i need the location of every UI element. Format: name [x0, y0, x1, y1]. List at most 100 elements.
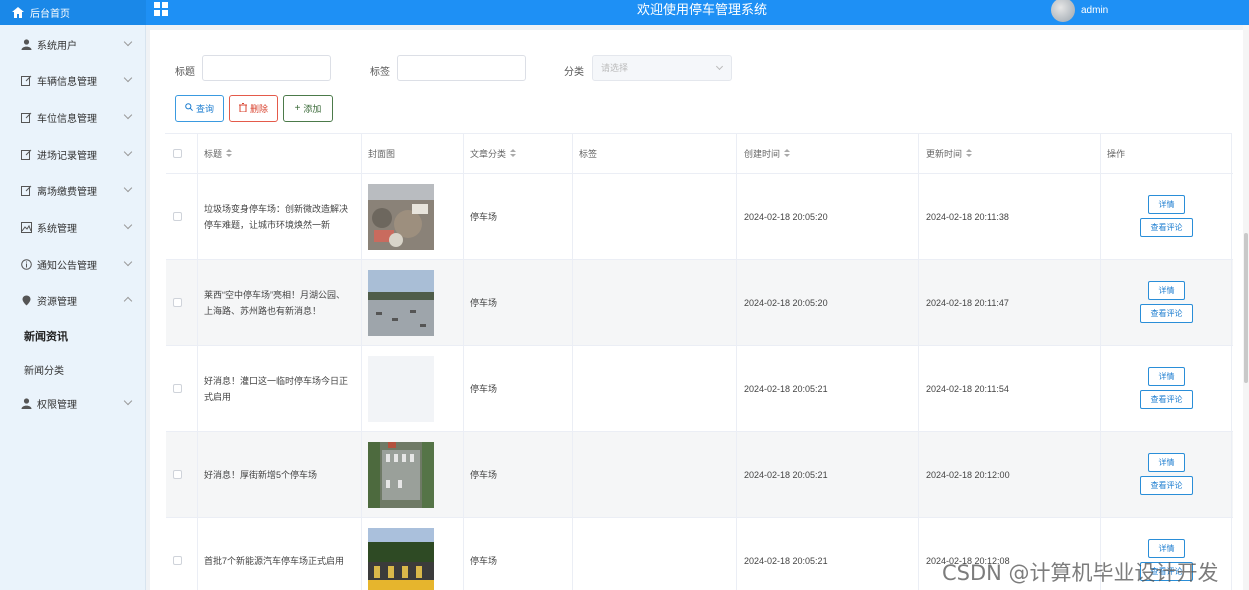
query-label: 查询	[195, 104, 214, 114]
sidebar-sub-news-category[interactable]: 新闻分类	[0, 354, 146, 384]
select-all-checkbox[interactable]	[173, 149, 182, 158]
row-updated: 2024-02-18 20:11:47	[926, 297, 1009, 308]
created-cell: 2024-02-18 20:05:21	[737, 518, 919, 590]
sidebar-item-notice[interactable]: 通知公告管理	[0, 246, 146, 282]
tags-cell	[573, 346, 737, 431]
delete-button[interactable]: 删除	[229, 95, 278, 122]
tags-cell	[573, 260, 737, 345]
detail-button[interactable]: 详情	[1148, 453, 1185, 472]
sidebar-sub-label: 新闻分类	[24, 365, 64, 377]
table-header: 标题 封面图 文章分类 标签 创建时间 更新时间 操作	[166, 134, 1233, 174]
view-comments-button[interactable]: 查看评论	[1140, 390, 1193, 409]
sidebar-item-vehicle[interactable]: 车辆信息管理	[0, 62, 146, 98]
category-select[interactable]: 请选择	[592, 55, 732, 81]
row-checkbox[interactable]	[173, 384, 182, 393]
created-cell: 2024-02-18 20:05:20	[737, 260, 919, 345]
edit-icon	[21, 185, 32, 196]
row-checkbox[interactable]	[173, 212, 182, 221]
picture-icon	[21, 221, 32, 233]
header-actions: 操作	[1101, 134, 1232, 173]
row-updated: 2024-02-18 20:11:38	[926, 211, 1009, 222]
chevron-down-icon	[123, 73, 133, 83]
edit-icon	[21, 75, 32, 86]
sidebar-item-exit-payment[interactable]: 离场缴费管理	[0, 172, 146, 208]
chevron-down-icon	[715, 62, 724, 71]
sort-icon[interactable]	[966, 149, 973, 158]
detail-button[interactable]: 详情	[1148, 367, 1185, 386]
sidebar-item-system-users[interactable]: 系统用户	[0, 26, 146, 62]
category-cell: 停车场	[464, 260, 573, 345]
row-checkbox[interactable]	[173, 556, 182, 565]
grid-menu-icon[interactable]	[154, 2, 168, 16]
row-checkbox[interactable]	[173, 470, 182, 479]
header-category[interactable]: 文章分类	[464, 134, 573, 173]
sidebar-item-label: 权限管理	[37, 399, 77, 411]
detail-button[interactable]: 详情	[1148, 195, 1185, 214]
row-select-cell	[166, 346, 198, 431]
add-button[interactable]: + 添加	[283, 95, 333, 122]
tags-cell	[573, 432, 737, 517]
header-tags: 标签	[573, 134, 737, 173]
delete-label: 删除	[249, 104, 268, 114]
sort-icon[interactable]	[510, 149, 517, 158]
sort-icon[interactable]	[226, 149, 233, 158]
view-comments-button[interactable]: 查看评论	[1140, 218, 1193, 237]
chevron-down-icon	[123, 110, 133, 120]
cover-image[interactable]	[368, 269, 434, 336]
sidebar-item-label: 进场记录管理	[37, 150, 97, 162]
row-select-cell	[166, 432, 198, 517]
sidebar-item-permissions[interactable]: 权限管理	[0, 385, 146, 421]
page-scrollbar[interactable]	[1243, 25, 1249, 590]
title-cell: 莱西“空中停车场”亮相！月湖公园、上海路、苏州路也有新消息！	[198, 260, 362, 345]
tag-filter-input[interactable]	[397, 55, 526, 81]
header-category-text: 文章分类	[470, 149, 507, 159]
main-panel: 标题 标签 分类 请选择 查询 删除 + 添加 标题 封面图 文章分类 标签 创…	[150, 30, 1245, 590]
detail-button[interactable]: 详情	[1148, 281, 1185, 300]
user-icon	[21, 38, 32, 50]
header-updated[interactable]: 更新时间	[919, 134, 1101, 173]
tags-cell	[573, 174, 737, 259]
sidebar-item-system[interactable]: 系统管理	[0, 209, 146, 245]
sort-icon[interactable]	[784, 149, 791, 158]
cover-cell	[362, 260, 464, 345]
sidebar-item-entry-records[interactable]: 进场记录管理	[0, 136, 146, 172]
created-cell: 2024-02-18 20:05:21	[737, 346, 919, 431]
view-comments-label: 查看评论	[1150, 395, 1183, 404]
cover-image-placeholder[interactable]	[368, 355, 434, 422]
sidebar-item-resources[interactable]: 资源管理	[0, 282, 146, 318]
title-filter-input[interactable]	[202, 55, 331, 81]
created-cell: 2024-02-18 20:05:20	[737, 174, 919, 259]
query-button[interactable]: 查询	[175, 95, 224, 122]
sidebar-item-label: 离场缴费管理	[37, 186, 97, 198]
detail-button[interactable]: 详情	[1148, 539, 1185, 558]
detail-label: 详情	[1158, 458, 1175, 467]
tags-cell	[573, 518, 737, 590]
cover-image[interactable]	[368, 527, 434, 590]
row-title: 垃圾场变身停车场：创新微改造解决停车难题，让城市环境焕然一新	[204, 203, 349, 230]
sidebar-sub-news[interactable]: 新闻资讯	[0, 321, 146, 351]
header-title[interactable]: 标题	[198, 134, 362, 173]
chevron-down-icon	[123, 147, 133, 157]
news-table: 标题 封面图 文章分类 标签 创建时间 更新时间 操作 垃圾场变身停车场：创新微…	[165, 133, 1233, 590]
cover-image[interactable]	[368, 183, 434, 250]
cover-cell	[362, 518, 464, 590]
view-comments-button[interactable]: 查看评论	[1140, 304, 1193, 323]
table-row: 好消息！厚街新增5个停车场 停车场 2024-02-18 20:05:21 20…	[166, 432, 1233, 518]
row-checkbox[interactable]	[173, 298, 182, 307]
actions-cell: 详情 查看评论	[1101, 346, 1232, 431]
row-created: 2024-02-18 20:05:21	[744, 383, 828, 394]
category-filter-label: 分类	[564, 67, 584, 78]
scrollbar-thumb[interactable]	[1244, 233, 1248, 383]
edit-icon	[21, 149, 32, 160]
view-comments-button[interactable]: 查看评论	[1140, 476, 1193, 495]
row-created: 2024-02-18 20:05:20	[744, 211, 828, 222]
select-all-cell	[166, 134, 198, 173]
view-comments-label: 查看评论	[1150, 309, 1183, 318]
sidebar-item-parking-space[interactable]: 车位信息管理	[0, 99, 146, 135]
row-created: 2024-02-18 20:05:21	[744, 555, 828, 566]
cover-image[interactable]	[368, 441, 434, 508]
username[interactable]: admin	[1081, 5, 1108, 16]
header-created[interactable]: 创建时间	[737, 134, 919, 173]
trash-icon	[238, 102, 247, 115]
category-cell: 停车场	[464, 174, 573, 259]
